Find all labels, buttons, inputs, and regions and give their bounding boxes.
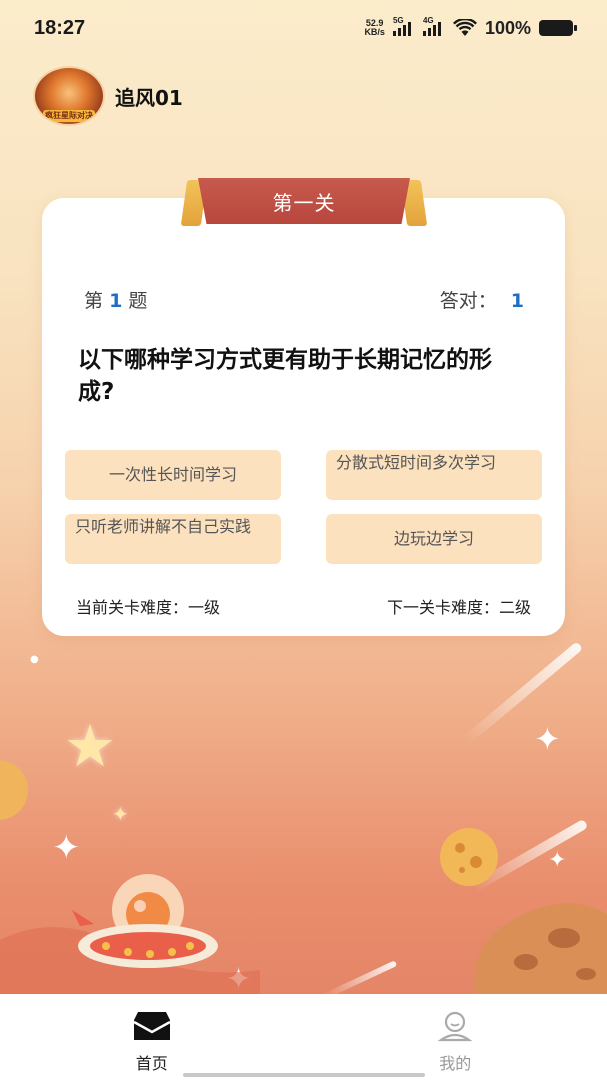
tab-label: 首页	[135, 1054, 168, 1073]
profile-icon	[437, 1011, 473, 1042]
option-label: 分散式短时间多次学习	[336, 453, 497, 472]
ufo-icon	[72, 874, 218, 968]
correct-count: 答对： 1	[439, 290, 524, 312]
battery-percent: 100%	[484, 17, 531, 38]
status-bar: 18:27 52.9 KB/s 5G 4G 100%	[0, 0, 607, 56]
battery-icon	[539, 20, 577, 36]
quiz-card	[42, 198, 565, 636]
tab-label: 我的	[439, 1054, 472, 1073]
net-speed-unit: KB/s	[364, 27, 385, 37]
bottom-tab-bar: 首页 我的	[0, 994, 607, 1080]
comet-icon	[461, 641, 584, 746]
correct-number: 1	[510, 290, 524, 312]
tab-profile[interactable]: 我的	[304, 994, 607, 1080]
sparkle-icon: ●	[30, 654, 39, 665]
question-number: 1	[109, 290, 123, 312]
current-difficulty: 当前关卡难度：一级	[76, 598, 221, 617]
next-difficulty: 下一关卡难度：二级	[386, 598, 531, 617]
status-time: 18:27	[34, 16, 86, 39]
sparkle-icon: ✦	[52, 828, 81, 868]
planet-left-icon	[0, 760, 28, 820]
star-icon: ★	[64, 712, 116, 780]
wifi-icon	[452, 19, 477, 36]
asteroid-icon	[440, 828, 498, 886]
username: 追风01	[115, 85, 183, 110]
status-icons: 52.9 KB/s 5G 4G 100%	[364, 16, 577, 39]
option-label: 边玩边学习	[393, 529, 474, 548]
question-text: 以下哪种学习方式更有助于长期记忆的形成?	[78, 347, 492, 405]
option-c-button[interactable]: 只听老师讲解不自己实践	[65, 514, 281, 564]
avatar[interactable]: 疯狂星际对决	[33, 66, 105, 126]
option-a-button[interactable]: 一次性长时间学习	[65, 450, 281, 500]
tab-home[interactable]: 首页	[0, 994, 304, 1080]
net-speed: 52.9 KB/s	[364, 19, 385, 37]
option-d-button[interactable]: 边玩边学习	[326, 514, 542, 564]
option-label: 一次性长时间学习	[108, 465, 237, 484]
option-label: 只听老师讲解不自己实践	[75, 517, 252, 536]
signal-4g-icon: 4G	[422, 16, 445, 36]
question-meta: 第 1 题 答对： 1	[84, 286, 524, 313]
user-profile[interactable]: 疯狂星际对决 追风01	[33, 66, 183, 126]
option-b-button[interactable]: 分散式短时间多次学习	[326, 450, 542, 500]
avatar-caption: 疯狂星际对决	[43, 110, 95, 122]
star-icon: ✦	[112, 802, 129, 826]
home-icon	[133, 1012, 171, 1040]
rocky-planet-icon	[474, 903, 607, 994]
level-ribbon: 第一关	[180, 178, 428, 228]
sparkle-icon: ✦	[548, 848, 567, 873]
sparkle-icon: ✦	[534, 720, 561, 758]
signal-5g-icon: 5G	[392, 16, 415, 36]
level-title: 第一关	[198, 178, 410, 224]
home-indicator[interactable]	[183, 1073, 425, 1077]
question-index: 第 1 题	[84, 290, 148, 312]
